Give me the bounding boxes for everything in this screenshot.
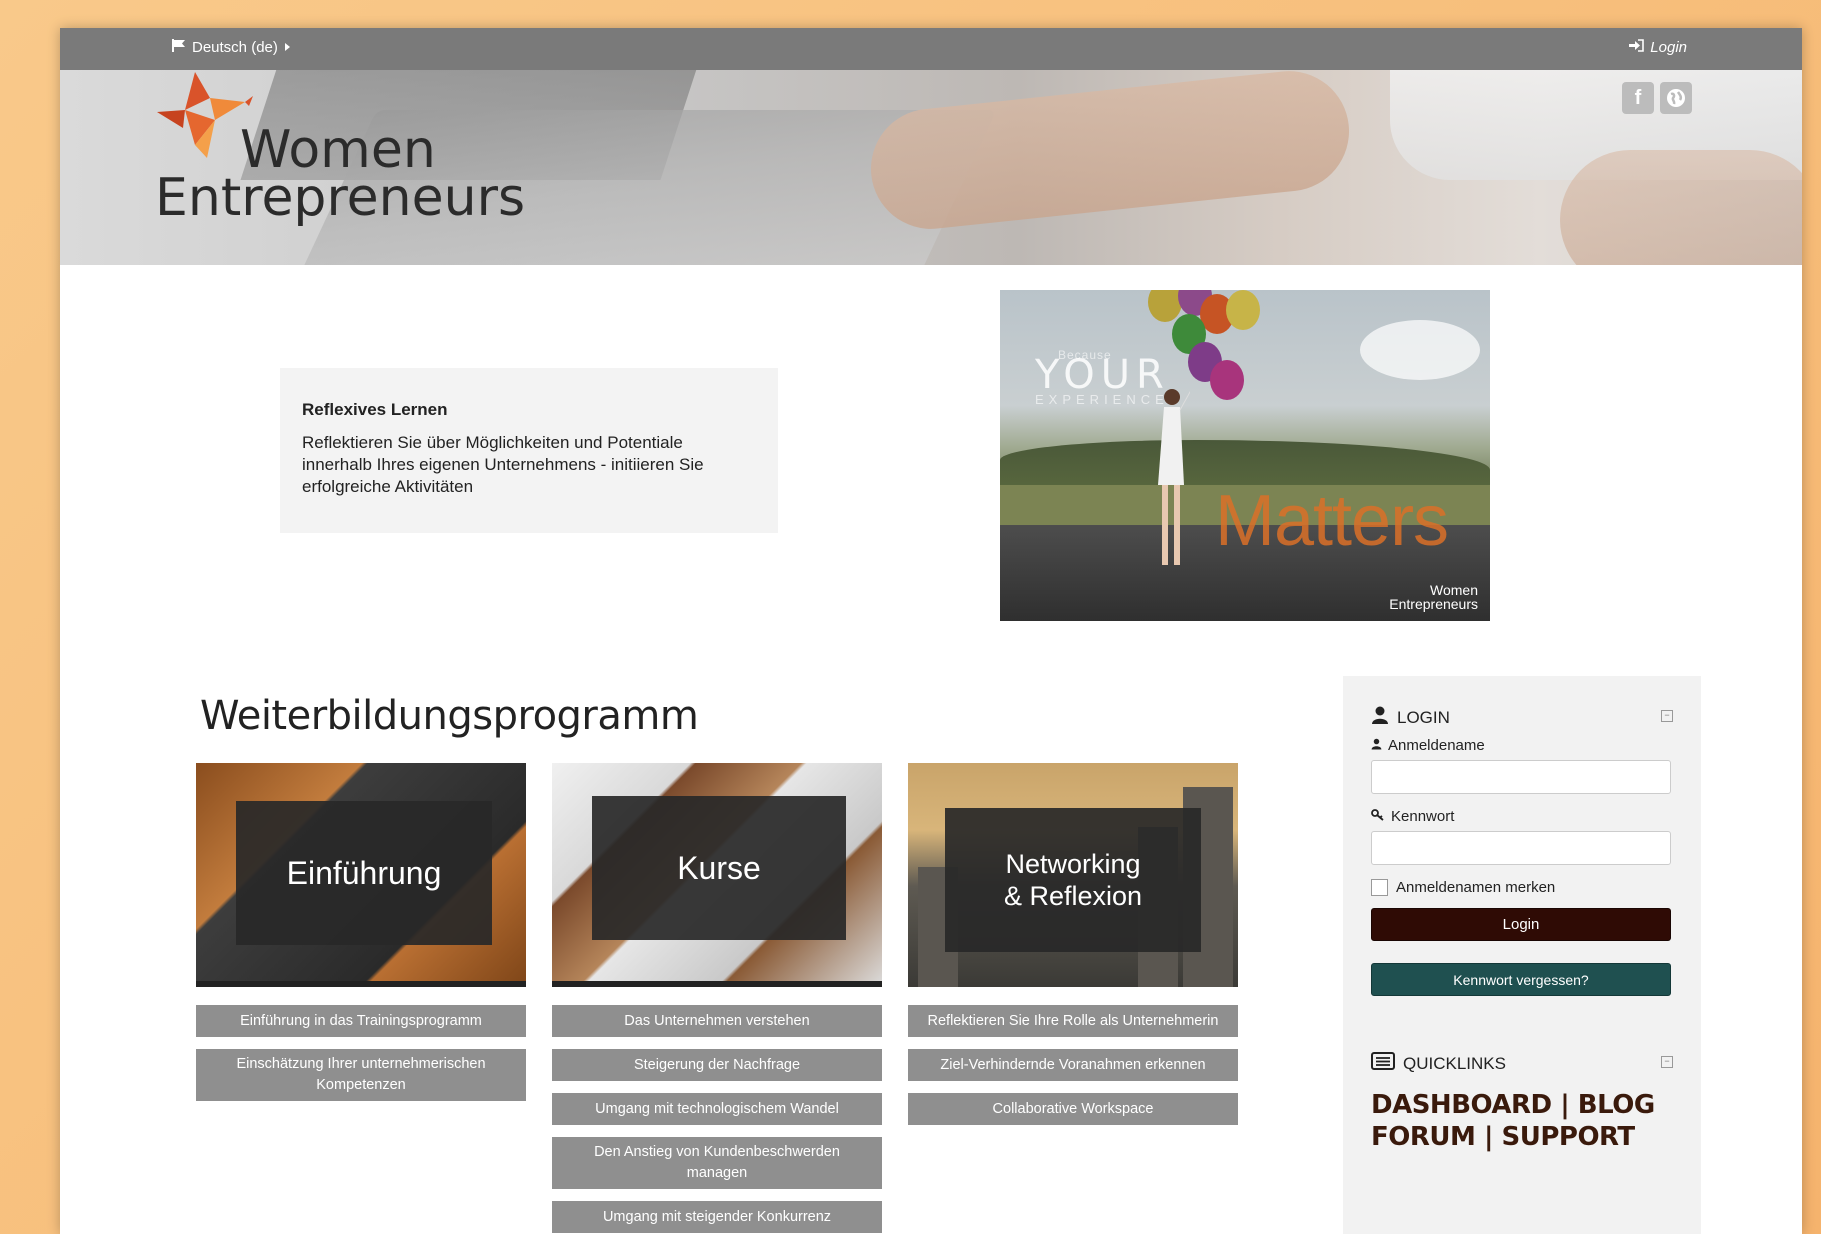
course-link[interactable]: Das Unternehmen verstehen [552, 1005, 882, 1037]
quicklinks-list: DASHBOARD | BLOG FORUM | SUPPORT [1371, 1089, 1673, 1153]
password-input[interactable] [1371, 831, 1671, 865]
quicklink-blog[interactable]: BLOG [1578, 1090, 1655, 1120]
language-label: Deutsch (de) [192, 39, 278, 56]
course-link[interactable]: Umgang mit steigender Konkurrenz [552, 1201, 882, 1233]
course-link[interactable]: Reflektieren Sie Ihre Rolle als Unterneh… [908, 1005, 1238, 1037]
poster-logo: Women Entrepreneurs [1389, 582, 1478, 612]
remember-checkbox[interactable] [1371, 879, 1388, 896]
links-kurse: Das Unternehmen verstehen Steigerung der… [552, 1005, 882, 1233]
tile-label: Kurse [592, 796, 846, 940]
sidebar: LOGIN − Anmeldename Kennwort Anmeldename… [1343, 676, 1701, 1234]
poster-matters-text: Matters [1215, 481, 1449, 561]
intro-box: Reflexives Lernen Reflektieren Sie über … [280, 368, 778, 533]
course-link[interactable]: Einführung in das Trainingsprogramm [196, 1005, 526, 1037]
tile-networking[interactable]: Networking & Reflexion [908, 763, 1238, 987]
links-einfuehrung: Einführung in das Trainingsprogramm Eins… [196, 1005, 526, 1101]
tile-kurse[interactable]: Kurse [552, 763, 882, 987]
intro-title: Reflexives Lernen [302, 400, 448, 419]
login-link-label: Login [1650, 39, 1687, 56]
course-link[interactable]: Collaborative Workspace [908, 1093, 1238, 1125]
intro-text: Reflektieren Sie über Möglichkeiten und … [302, 433, 704, 496]
course-link[interactable]: Ziel-Verhindernde Voranahmen erkennen [908, 1049, 1238, 1081]
globe-icon[interactable] [1660, 82, 1692, 114]
caret-right-icon [284, 39, 291, 56]
programme-title: Weiterbildungsprogramm [200, 693, 699, 739]
user-icon [1371, 737, 1382, 754]
tile-einfuehrung[interactable]: Einführung [196, 763, 526, 987]
quicklink-forum[interactable]: FORUM [1371, 1122, 1476, 1152]
course-link[interactable]: Einschätzung Ihrer unternehmerischen Kom… [196, 1049, 526, 1101]
language-menu[interactable]: Deutsch (de) [172, 39, 291, 56]
logo-text-women: Women [240, 120, 436, 180]
key-icon [1371, 808, 1385, 825]
course-link[interactable]: Steigerung der Nachfrage [552, 1049, 882, 1081]
matters-poster-image: Because YOUR EXPERIENCE Matters Women En… [1000, 290, 1490, 621]
password-label: Kennwort [1391, 808, 1455, 825]
flag-icon [172, 39, 186, 56]
site-logo[interactable]: Women Entrepreneurs [155, 70, 555, 265]
quicklink-separator: | [1483, 1122, 1494, 1152]
username-input[interactable] [1371, 760, 1671, 794]
tile-label: Einführung [236, 801, 492, 945]
username-label: Anmeldename [1388, 737, 1485, 754]
sign-in-icon [1629, 39, 1645, 56]
quicklinks-title: QUICKLINKS [1403, 1053, 1506, 1073]
user-icon [1371, 706, 1389, 729]
facebook-icon[interactable]: f [1622, 82, 1654, 114]
tile-label: Networking & Reflexion [945, 808, 1201, 952]
collapse-icon[interactable]: − [1661, 1056, 1673, 1068]
site-header: Women Entrepreneurs f [60, 70, 1802, 265]
woman-figure [1158, 389, 1190, 565]
quicklinks-block-header: QUICKLINKS − [1371, 1052, 1673, 1075]
forgot-password-button[interactable]: Kennwort vergessen? [1371, 963, 1671, 996]
links-networking: Reflektieren Sie Ihre Rolle als Unterneh… [908, 1005, 1238, 1125]
remember-label: Anmeldenamen merken [1396, 879, 1556, 896]
social-links: f [1622, 82, 1692, 114]
login-link[interactable]: Login [1629, 39, 1687, 56]
top-navbar: Deutsch (de) Login [60, 28, 1802, 70]
poster-experience-text: EXPERIENCE [1035, 392, 1169, 407]
collapse-icon[interactable]: − [1661, 710, 1673, 722]
login-block-header: LOGIN − [1371, 706, 1673, 729]
logo-text-entrepreneurs: Entrepreneurs [155, 168, 526, 228]
login-button[interactable]: Login [1371, 908, 1671, 941]
list-icon [1371, 1052, 1395, 1075]
course-link[interactable]: Umgang mit technologischem Wandel [552, 1093, 882, 1125]
login-block-title: LOGIN [1397, 707, 1450, 727]
course-link[interactable]: Den Anstieg von Kundenbeschwerden manage… [552, 1137, 882, 1189]
quicklink-support[interactable]: SUPPORT [1502, 1122, 1636, 1152]
quicklink-separator: | [1560, 1090, 1570, 1120]
quicklink-dashboard[interactable]: DASHBOARD [1371, 1090, 1552, 1120]
page: Deutsch (de) Login Women Entrepreneurs f… [60, 28, 1802, 1234]
